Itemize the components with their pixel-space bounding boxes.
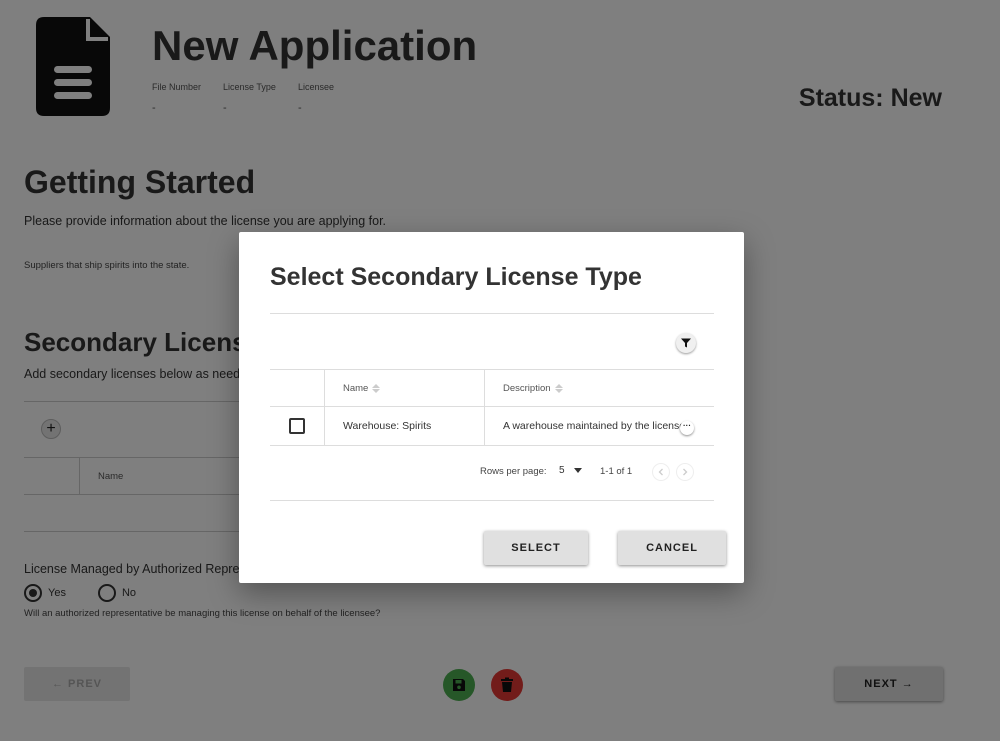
more-icon[interactable]: ···	[680, 421, 694, 435]
row-checkbox[interactable]	[289, 418, 305, 434]
filter-icon	[681, 338, 691, 348]
table-divider	[270, 406, 714, 407]
table-divider	[270, 445, 714, 446]
prev-page-button[interactable]	[652, 463, 670, 481]
cancel-button[interactable]: CANCEL	[618, 531, 726, 565]
chevron-left-icon	[658, 468, 663, 476]
select-button[interactable]: SELECT	[484, 531, 588, 565]
sort-icon	[554, 384, 563, 393]
dialog-divider	[270, 500, 714, 501]
column-header-name[interactable]: Name	[343, 383, 381, 394]
rows-per-page-select[interactable]: 5	[559, 465, 582, 476]
pagination-range: 1-1 of 1	[600, 466, 633, 477]
cell-description: A warehouse maintained by the licensee	[503, 420, 683, 432]
license-type-table: Name Description Warehouse: Spirits A wa…	[270, 369, 714, 446]
column-divider	[484, 369, 485, 446]
dialog-title: Select Secondary License Type	[270, 263, 642, 291]
select-license-dialog: Select Secondary License Type Name Descr…	[239, 232, 744, 583]
column-header-label: Description	[503, 383, 551, 394]
next-page-button[interactable]	[676, 463, 694, 481]
cell-name: Warehouse: Spirits	[343, 420, 432, 432]
chevron-right-icon	[683, 468, 688, 476]
dialog-divider	[270, 313, 714, 314]
sort-icon	[372, 384, 381, 393]
table-divider	[270, 369, 714, 370]
chevron-down-icon	[573, 468, 582, 473]
rows-per-page-value: 5	[559, 465, 565, 476]
column-header-description[interactable]: Description	[503, 383, 563, 394]
column-divider	[324, 369, 325, 446]
column-header-label: Name	[343, 383, 369, 394]
rows-per-page-label: Rows per page:	[480, 466, 547, 477]
filter-button[interactable]	[676, 333, 696, 353]
